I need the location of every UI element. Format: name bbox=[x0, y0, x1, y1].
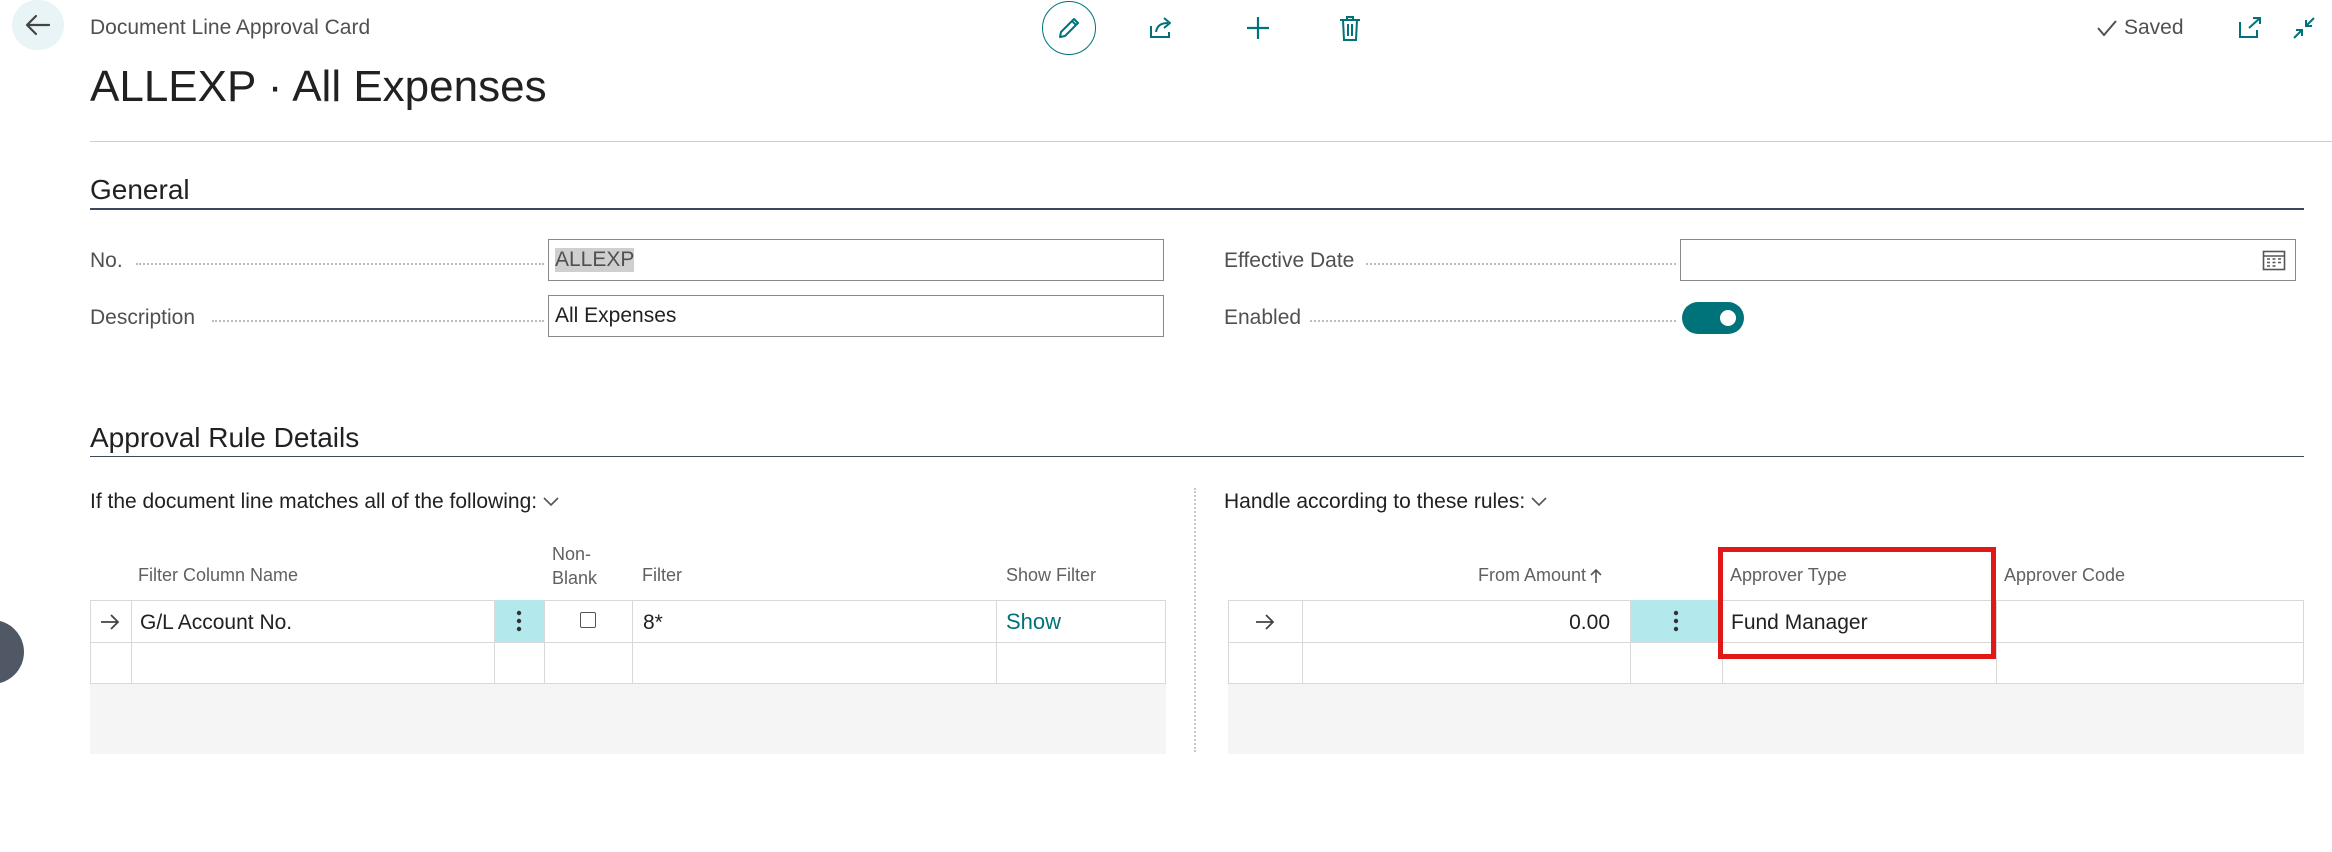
details-section-title[interactable]: Approval Rule Details bbox=[90, 422, 359, 454]
filter-column-name-cell[interactable]: G/L Account No. bbox=[140, 611, 292, 635]
left-col-divider bbox=[494, 600, 495, 684]
from-amount-cell[interactable]: 0.00 bbox=[1310, 611, 1610, 635]
back-button[interactable] bbox=[12, 0, 64, 50]
arrow-right-icon bbox=[1256, 614, 1275, 630]
collapse-button[interactable] bbox=[2286, 10, 2322, 46]
left-col-divider bbox=[544, 600, 545, 684]
effective-date-field[interactable] bbox=[1680, 239, 2296, 281]
breadcrumb: Document Line Approval Card bbox=[90, 16, 371, 39]
highlight-box bbox=[1718, 547, 1996, 659]
left-row-divider bbox=[90, 642, 1166, 643]
left-col-divider bbox=[632, 600, 633, 684]
left-caption[interactable]: If the document line matches all of the … bbox=[90, 490, 559, 514]
no-field[interactable]: ALLEXP bbox=[548, 239, 1164, 281]
chevron-down-icon bbox=[1531, 497, 1547, 507]
saved-label: Saved bbox=[2124, 16, 2184, 39]
more-vertical-icon bbox=[516, 610, 522, 632]
description-label: Description bbox=[90, 306, 196, 329]
side-panel-handle[interactable] bbox=[0, 620, 24, 684]
right-col-divider bbox=[1302, 600, 1303, 684]
arrow-right-icon bbox=[101, 614, 120, 630]
collapse-icon bbox=[2293, 17, 2315, 39]
col-from-amount-label: From Amount bbox=[1478, 565, 1587, 585]
col-filter[interactable]: Filter bbox=[642, 565, 682, 586]
checkmark-icon bbox=[2097, 20, 2117, 37]
col-non-blank-line2[interactable]: Blank bbox=[552, 568, 597, 589]
table-row[interactable] bbox=[96, 608, 124, 636]
right-col-divider bbox=[1630, 600, 1631, 684]
non-blank-checkbox[interactable] bbox=[580, 612, 596, 628]
saved-status: Saved bbox=[2096, 16, 2184, 40]
right-col-divider bbox=[1996, 600, 1997, 684]
col-filter-column-name[interactable]: Filter Column Name bbox=[138, 565, 298, 586]
details-section-rule bbox=[90, 456, 2304, 457]
pencil-icon bbox=[1059, 18, 1079, 38]
col-show-filter[interactable]: Show Filter bbox=[1006, 565, 1096, 586]
show-filter-link[interactable]: Show bbox=[1006, 609, 1061, 635]
effective-date-leader-dots bbox=[1366, 263, 1676, 265]
share-icon bbox=[1150, 17, 1171, 38]
row-actions-button[interactable] bbox=[506, 606, 532, 636]
page-title: ALLEXP · All Expenses bbox=[90, 62, 547, 111]
left-col-divider bbox=[996, 600, 997, 684]
delete-button[interactable] bbox=[1328, 8, 1372, 48]
col-from-amount[interactable]: From Amount bbox=[1478, 565, 1602, 586]
edit-button[interactable] bbox=[1042, 1, 1096, 55]
left-col-divider bbox=[131, 600, 132, 684]
right-caption-text: Handle according to these rules: bbox=[1224, 490, 1526, 513]
calendar-icon bbox=[2262, 250, 2286, 271]
enabled-label: Enabled bbox=[1224, 306, 1302, 329]
filter-cell[interactable]: 8* bbox=[643, 611, 663, 635]
row-actions-button[interactable] bbox=[1663, 606, 1689, 636]
table-row[interactable] bbox=[1251, 608, 1279, 636]
calendar-button[interactable] bbox=[2258, 245, 2290, 275]
no-label: No. bbox=[90, 249, 123, 272]
plus-icon bbox=[1247, 17, 1269, 39]
general-section-rule bbox=[90, 208, 2304, 210]
right-caption[interactable]: Handle according to these rules: bbox=[1224, 490, 1547, 514]
enabled-leader-dots bbox=[1310, 320, 1676, 322]
left-caption-text: If the document line matches all of the … bbox=[90, 490, 538, 513]
col-non-blank-line1[interactable]: Non- bbox=[552, 544, 591, 565]
toggle-knob bbox=[1720, 310, 1736, 326]
trash-icon bbox=[1340, 16, 1360, 41]
description-leader-dots bbox=[212, 320, 544, 322]
general-section-title[interactable]: General bbox=[90, 174, 190, 206]
description-field[interactable]: All Expenses bbox=[548, 295, 1164, 337]
no-value: ALLEXP bbox=[555, 248, 635, 272]
more-vertical-icon bbox=[1673, 610, 1679, 632]
chevron-down-icon bbox=[543, 497, 559, 507]
open-new-window-icon bbox=[2239, 17, 2261, 38]
col-approver-code[interactable]: Approver Code bbox=[2004, 565, 2125, 586]
effective-date-label: Effective Date bbox=[1224, 249, 1355, 272]
new-button[interactable] bbox=[1236, 8, 1280, 48]
enabled-toggle[interactable] bbox=[1682, 302, 1744, 334]
arrow-left-icon bbox=[25, 14, 51, 36]
description-value: All Expenses bbox=[555, 304, 677, 327]
title-divider bbox=[90, 141, 2332, 142]
sort-ascending-icon bbox=[1590, 568, 1602, 583]
no-leader-dots bbox=[136, 263, 544, 265]
pane-divider bbox=[1194, 488, 1196, 752]
share-button[interactable] bbox=[1140, 8, 1184, 48]
open-new-window-button[interactable] bbox=[2232, 10, 2268, 46]
